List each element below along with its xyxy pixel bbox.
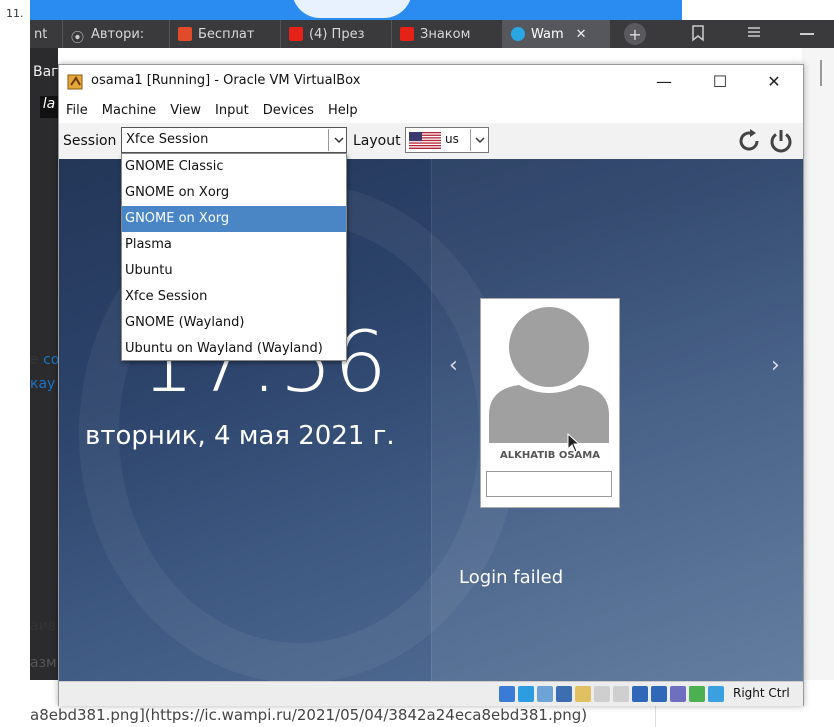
page-side-text: е со	[30, 352, 59, 368]
chevron-left-icon[interactable]: ‹	[449, 353, 458, 378]
maximize-button[interactable]: ☐	[697, 69, 743, 93]
avatar	[489, 305, 609, 443]
minimize-button[interactable]: —	[641, 69, 687, 93]
page-side-link[interactable]: со	[43, 352, 59, 368]
device-status-icon[interactable]	[594, 686, 610, 702]
session-value: Xfce Session	[126, 132, 209, 147]
mouse-cursor-icon	[567, 432, 581, 457]
menu-machine[interactable]: Machine	[95, 103, 163, 118]
device-status-icon[interactable]	[632, 686, 648, 702]
us-flag-icon	[409, 132, 441, 149]
site-favicon-icon	[178, 27, 192, 41]
user-name: ALKHATIB OSAMA	[500, 450, 600, 461]
menu-input[interactable]: Input	[208, 103, 256, 118]
status-bar: Right Ctrl	[59, 681, 803, 706]
session-option-highlighted[interactable]: GNOME on Xorg	[122, 206, 346, 232]
page-side-text: аив	[30, 618, 56, 634]
wifi-icon: ⦿	[71, 31, 85, 46]
menu-help[interactable]: Help	[321, 103, 365, 118]
virtualbox-window: osama1 [Running] - Oracle VM VirtualBox …	[58, 64, 804, 706]
login-status: Login failed	[459, 567, 564, 588]
browser-tab[interactable]: (4) През	[281, 20, 392, 48]
device-status-icon[interactable]	[518, 686, 534, 702]
browser-tab[interactable]: Бесплат	[170, 20, 281, 48]
list-number: 11.	[6, 7, 24, 20]
menu-file[interactable]: File	[59, 103, 95, 118]
browser-tab[interactable]: Знаком	[392, 20, 503, 48]
top-banner	[30, 0, 682, 20]
layout-label: Layout	[353, 133, 401, 149]
session-option[interactable]: GNOME on Xorg	[122, 180, 346, 206]
url-text: a8ebd381.png](https://ic.wampi.ru/2021/0…	[30, 706, 588, 724]
window-title: osama1 [Running] - Oracle VM VirtualBox	[91, 73, 361, 88]
bookmark-icon[interactable]	[690, 24, 706, 46]
tab-label: Автори:	[91, 26, 145, 42]
page-right-strip	[802, 48, 834, 680]
date: вторник, 4 мая 2021 г.	[85, 421, 395, 451]
device-status-icon[interactable]	[651, 686, 667, 702]
layout-select[interactable]: us	[405, 127, 489, 153]
session-option[interactable]: Ubuntu	[122, 258, 346, 284]
session-option[interactable]: Ubuntu on Wayland (Wayland)	[122, 336, 346, 362]
session-option[interactable]: Plasma	[122, 232, 346, 258]
device-status-icon[interactable]	[499, 686, 515, 702]
page-left-text: Ваг	[33, 64, 59, 80]
youtube-icon	[289, 27, 303, 41]
menu-devices[interactable]: Devices	[256, 103, 321, 118]
device-status-icon[interactable]	[575, 686, 591, 702]
menu-view[interactable]: View	[163, 103, 208, 118]
layout-value: us	[445, 132, 459, 146]
browser-tab[interactable]: nt	[30, 20, 63, 48]
virtualbox-icon	[67, 73, 85, 91]
more-icon[interactable]	[820, 60, 822, 86]
menu-icon[interactable]	[746, 23, 762, 45]
tab-label: Бесплат	[198, 26, 255, 42]
user-card[interactable]: ALKHATIB OSAMA	[480, 298, 620, 508]
device-status-icon[interactable]	[613, 686, 629, 702]
chevron-right-icon[interactable]: ›	[771, 353, 780, 378]
browser-tab-active[interactable]: Wam ✕	[503, 20, 610, 48]
session-option[interactable]: GNOME (Wayland)	[122, 310, 346, 336]
device-status-icon[interactable]	[708, 686, 724, 702]
tab-label: nt	[34, 26, 48, 42]
guest-screen[interactable]: Session Xfce Session Layout us 17:56 вто…	[59, 123, 803, 681]
browser-tab[interactable]: ⦿ Автори:	[63, 20, 170, 48]
tab-label: (4) През	[309, 26, 365, 42]
browser-tab-strip: nt ⦿ Автори: Бесплат (4) През Знаком Wam ✕…	[30, 20, 834, 48]
session-option[interactable]: GNOME Classic	[122, 154, 346, 180]
tab-label: Знаком	[420, 26, 471, 42]
chevron-down-icon[interactable]	[470, 129, 489, 151]
session-label: Session	[63, 133, 117, 149]
tab-close-icon[interactable]: ✕	[576, 27, 587, 42]
youtube-icon	[400, 27, 414, 41]
page-side-prefix: е	[30, 352, 39, 368]
tab-label: Wam	[531, 26, 564, 42]
page-left-logo: la	[40, 96, 58, 118]
session-dropdown: GNOME Classic GNOME on Xorg GNOME on Xor…	[121, 153, 347, 361]
site-favicon-icon	[511, 27, 525, 41]
page-side-text: азм	[30, 655, 57, 671]
session-select[interactable]: Xfce Session	[121, 127, 347, 153]
device-status-icon[interactable]	[689, 686, 705, 702]
password-input[interactable]	[486, 471, 612, 497]
menu-bar: File Machine View Input Devices Help	[59, 99, 803, 121]
chevron-down-icon[interactable]	[328, 129, 349, 151]
session-option[interactable]: Xfce Session	[122, 284, 346, 310]
device-status-icon[interactable]	[556, 686, 572, 702]
window-titlebar[interactable]: osama1 [Running] - Oracle VM VirtualBox …	[59, 65, 803, 97]
banner-graphic	[292, 0, 412, 18]
close-button[interactable]: ✕	[751, 69, 797, 93]
browser-minimize-icon[interactable]	[800, 33, 814, 35]
restart-icon[interactable]	[735, 127, 763, 155]
power-icon[interactable]	[767, 127, 795, 155]
page-side-link[interactable]: кау	[30, 376, 55, 392]
new-tab-button[interactable]: +	[624, 23, 646, 45]
device-status-icon[interactable]	[537, 686, 553, 702]
device-status-icon[interactable]	[670, 686, 686, 702]
host-key-label: Right Ctrl	[733, 686, 790, 700]
